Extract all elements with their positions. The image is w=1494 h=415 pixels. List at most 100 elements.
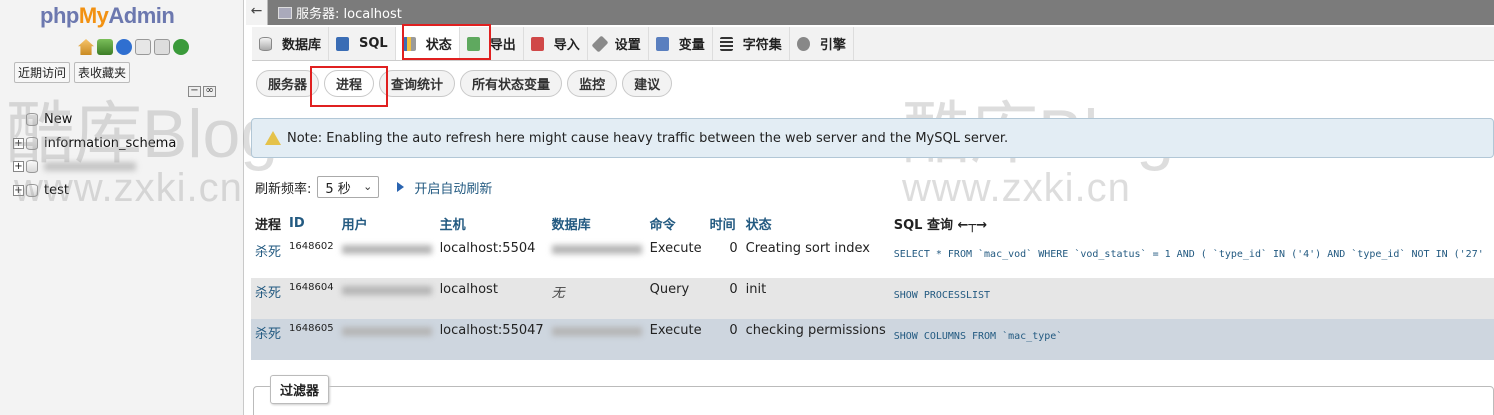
kill-link[interactable]: 杀死 <box>251 237 286 278</box>
tree-item-redacted[interactable]: + <box>13 155 176 179</box>
tab-databases[interactable]: 数据库 <box>252 27 330 60</box>
process-list-table: 进程 ID 用户 主机 数据库 命令 时间 状态 SQL 查询 ←┬→ 杀死 1… <box>251 210 1494 360</box>
col-database[interactable]: 数据库 <box>547 210 646 237</box>
reload-icon[interactable] <box>173 39 189 55</box>
col-id[interactable]: ID <box>285 210 338 237</box>
redacted-database <box>551 245 642 254</box>
expand-icon[interactable]: + <box>13 184 24 196</box>
logo-php: php <box>40 3 79 28</box>
documentation-icon[interactable] <box>135 39 151 55</box>
expand-icon[interactable]: + <box>13 161 24 173</box>
engines-icon <box>796 36 810 51</box>
tree-item-label: test <box>44 182 69 198</box>
database-cell <box>547 319 646 360</box>
tree-item-label: New <box>44 112 73 128</box>
refresh-rate-value: 5 秒 <box>325 181 351 197</box>
col-state[interactable]: 状态 <box>741 210 890 237</box>
settings-icon[interactable] <box>154 39 170 55</box>
kill-link[interactable]: 杀死 <box>251 319 286 360</box>
favorites-tab[interactable]: 表收藏夹 <box>74 62 131 83</box>
state-cell: init <box>741 278 890 319</box>
refresh-rate-label: 刷新频率: <box>255 181 312 197</box>
kill-label[interactable]: 杀死 <box>255 245 281 260</box>
sql-query-text[interactable]: SELECT * FROM `mac_vod` WHERE `vod_statu… <box>894 249 1484 260</box>
tab-engines[interactable]: 引擎 <box>790 27 854 60</box>
tab-variables[interactable]: 变量 <box>649 27 713 60</box>
time-cell: 0 <box>705 278 742 319</box>
refresh-rate-select[interactable]: 5 秒 ⌄ <box>317 176 380 198</box>
recent-tab[interactable]: 近期访问 <box>14 62 71 83</box>
sql-query-cell[interactable]: SHOW PROCESSLIST <box>889 278 1494 319</box>
tab-label: 导出 <box>489 38 516 53</box>
database-icon <box>26 136 38 150</box>
server-label[interactable]: 服务器: localhost <box>296 3 402 22</box>
state-cell: Creating sort index <box>741 237 890 278</box>
host-cell: localhost <box>435 278 548 319</box>
sql-query-cell[interactable]: SHOW COLUMNS FROM `mac_type` <box>889 319 1494 360</box>
tree-item-new[interactable]: New <box>13 108 176 132</box>
filter-legend[interactable]: 过滤器 <box>270 375 330 404</box>
tab-label: SQL <box>359 36 388 51</box>
logout-icon[interactable] <box>97 39 113 55</box>
tree-item-test[interactable]: + test <box>13 179 176 203</box>
tab-sql[interactable]: SQL <box>329 27 396 60</box>
col-host[interactable]: 主机 <box>435 210 548 237</box>
col-command[interactable]: 命令 <box>645 210 706 237</box>
command-cell: Execute <box>645 237 706 278</box>
time-cell: 0 <box>705 319 742 360</box>
subtab-monitor[interactable]: 监控 <box>567 70 618 97</box>
refresh-controls: 刷新频率: 5 秒 ⌄ 开启自动刷新 <box>255 176 492 198</box>
redacted-user <box>341 245 432 254</box>
col-user[interactable]: 用户 <box>337 210 436 237</box>
tree-controls: − ∞ <box>188 86 216 97</box>
command-cell: Query <box>645 278 706 319</box>
table-row: 杀死 1648604 localhost 无 Query 0 init SHOW… <box>251 278 1494 319</box>
expand-icon[interactable]: + <box>13 137 24 149</box>
nav-tabs: 近期访问 表收藏夹 <box>14 62 131 83</box>
tab-label: 设置 <box>614 38 641 53</box>
tab-settings[interactable]: 设置 <box>588 27 649 60</box>
redacted-user <box>341 286 432 295</box>
sql-icon <box>336 36 350 51</box>
kill-label[interactable]: 杀死 <box>255 327 281 342</box>
tab-label: 引擎 <box>819 38 846 53</box>
kill-link[interactable]: 杀死 <box>251 278 286 319</box>
watermark-url: www.zxki.cn <box>902 166 1131 210</box>
notice-text: Note: Enabling the auto refresh here mig… <box>287 130 1009 146</box>
subtab-query-stats[interactable]: 查询统计 <box>379 70 456 97</box>
database-cell: 无 <box>547 278 646 319</box>
subtab-advisor[interactable]: 建议 <box>622 70 673 97</box>
tab-label: 数据库 <box>282 38 322 53</box>
tree-item-label: information_schema <box>44 135 177 151</box>
auto-refresh-notice: Note: Enabling the auto refresh here mig… <box>251 118 1494 158</box>
tab-import[interactable]: 导入 <box>524 27 588 60</box>
col-sql-query[interactable]: SQL 查询 ←┬→ <box>889 210 1494 237</box>
start-auto-refresh-link[interactable]: 开启自动刷新 <box>414 178 492 197</box>
tree-item-information-schema[interactable]: + information_schema <box>13 132 176 156</box>
import-icon <box>530 36 544 51</box>
subtab-all-status-vars[interactable]: 所有状态变量 <box>460 70 563 97</box>
table-header-row: 进程 ID 用户 主机 数据库 命令 时间 状态 SQL 查询 ←┬→ <box>251 210 1494 237</box>
play-icon[interactable] <box>397 182 405 192</box>
kill-label[interactable]: 杀死 <box>255 286 281 301</box>
home-icon[interactable] <box>78 39 94 55</box>
new-database-icon <box>26 113 38 127</box>
state-cell: checking permissions <box>741 319 890 360</box>
variables-icon <box>655 36 669 51</box>
logo-admin: Admin <box>108 3 175 28</box>
help-icon[interactable] <box>116 39 132 55</box>
database-icon <box>26 183 38 197</box>
link-icon[interactable]: ∞ <box>203 86 216 97</box>
tab-label: 变量 <box>678 38 705 53</box>
tab-charsets[interactable]: 字符集 <box>713 27 790 60</box>
collapse-nav-button[interactable]: ← <box>246 0 268 25</box>
collapse-all-icon[interactable]: − <box>188 86 201 97</box>
process-id: 1648605 <box>285 319 338 360</box>
sql-query-cell[interactable]: SELECT * FROM `mac_vod` WHERE `vod_statu… <box>889 237 1494 278</box>
phpmyadmin-logo[interactable]: phpMyAdmin <box>40 3 175 29</box>
col-time[interactable]: 时间 <box>705 210 742 237</box>
logo-my: My <box>78 3 109 28</box>
col-process: 进程 <box>251 210 286 237</box>
sql-query-text[interactable]: SHOW COLUMNS FROM `mac_type` <box>894 331 1063 342</box>
sql-query-text[interactable]: SHOW PROCESSLIST <box>894 290 990 301</box>
